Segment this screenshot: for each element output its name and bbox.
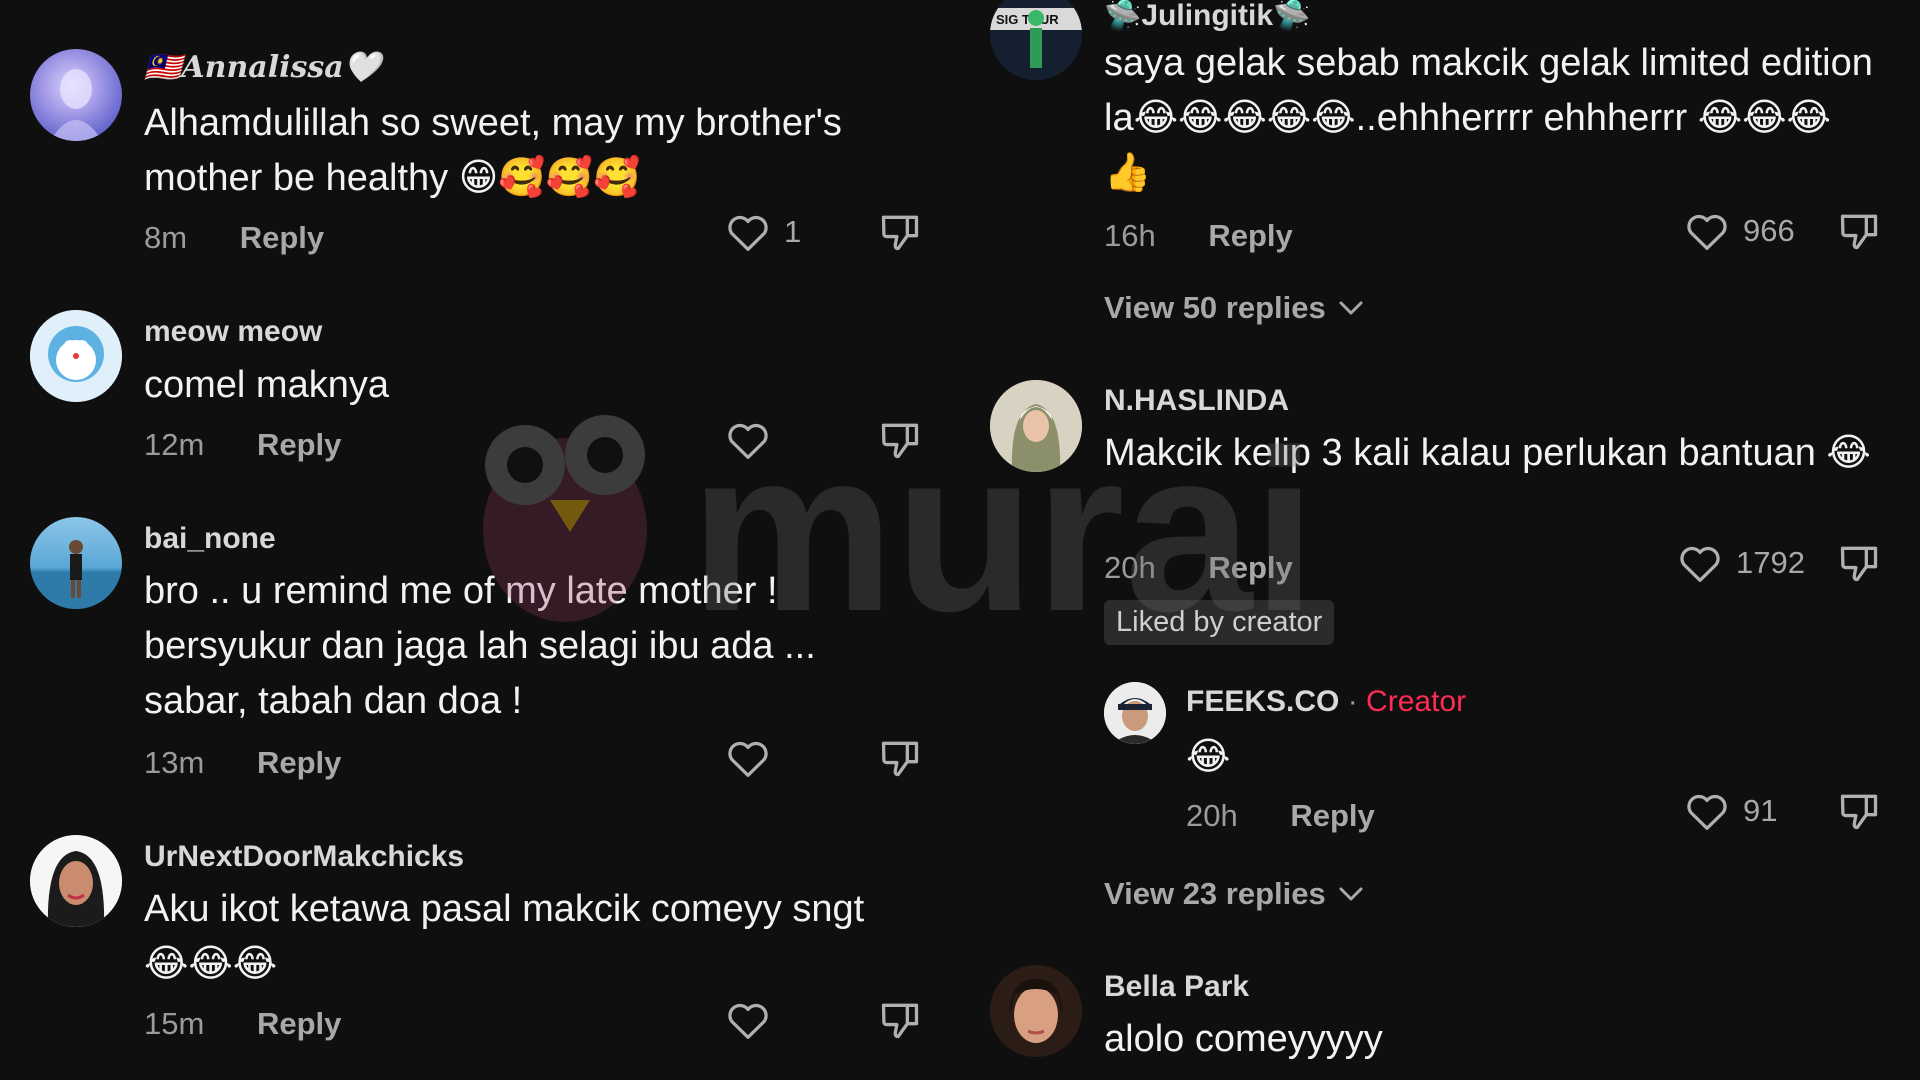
dislike-button[interactable] <box>878 418 922 467</box>
dislike-button[interactable] <box>1837 209 1881 258</box>
avatar-text: SIG TOUR <box>996 12 1059 27</box>
view-replies-button[interactable]: View 50 replies <box>1104 290 1364 326</box>
like-count: 966 <box>1743 213 1795 248</box>
avatar[interactable] <box>30 517 122 609</box>
like-button[interactable]: 1792 <box>1678 543 1805 583</box>
dislike-button[interactable] <box>878 736 922 785</box>
like-button[interactable]: 91 <box>1685 791 1777 831</box>
reply-button[interactable]: Reply <box>257 745 341 780</box>
heart-icon <box>1687 214 1727 250</box>
view-replies-label: View 23 replies <box>1104 876 1326 911</box>
comment-meta: 13m Reply <box>144 745 341 781</box>
avatar-image <box>990 380 1082 472</box>
avatar-image <box>30 540 122 609</box>
comment-username[interactable]: UrNextDoorMakchicks <box>144 840 464 874</box>
comments-screen: 🇲🇾𝑨𝒏𝒏𝒂𝒍𝒊𝒔𝒔𝒂🤍 Alhamdulillah so sweet, may… <box>0 0 1920 1080</box>
liked-by-creator-badge: Liked by creator <box>1104 600 1335 645</box>
avatar[interactable] <box>1104 682 1166 744</box>
reply-button[interactable]: Reply <box>1208 218 1292 253</box>
reply-username[interactable]: FEEKS.CO <box>1186 685 1339 718</box>
comment-text: alolo comeyyyyy <box>1104 1018 1383 1060</box>
avatar-image <box>30 835 122 927</box>
comment-text: bro .. u remind me of my late mother ! b… <box>144 570 816 722</box>
avatar[interactable] <box>990 965 1082 1057</box>
creator-separator: · <box>1347 685 1358 718</box>
comment-meta: 20h Reply <box>1186 798 1375 834</box>
avatar[interactable] <box>30 310 122 402</box>
comment-meta: 12m Reply <box>144 427 341 463</box>
avatar[interactable] <box>990 380 1082 472</box>
creator-badge: Creator <box>1366 685 1467 718</box>
heart-icon <box>728 1003 768 1039</box>
like-button[interactable] <box>726 420 784 460</box>
comment-username[interactable]: N.HASLINDA <box>1104 384 1289 418</box>
avatar-image: SIG TOUR <box>990 0 1082 80</box>
like-count: 1792 <box>1736 545 1805 580</box>
heart-icon <box>728 741 768 777</box>
like-button[interactable] <box>726 1000 784 1040</box>
heart-icon <box>728 423 768 459</box>
like-button[interactable]: 1 <box>726 212 801 252</box>
comment-column-left: 🇲🇾𝑨𝒏𝒏𝒂𝒍𝒊𝒔𝒔𝒂🤍 Alhamdulillah so sweet, may… <box>0 0 950 1080</box>
avatar[interactable] <box>30 49 122 141</box>
comment-text: comel maknya <box>144 364 389 406</box>
avatar[interactable] <box>30 835 122 927</box>
reply-button[interactable]: Reply <box>1290 798 1374 833</box>
thumbs-down-icon <box>1840 794 1878 830</box>
like-count: 1 <box>784 214 802 249</box>
comment-username[interactable]: Bella Park <box>1104 970 1249 1004</box>
like-button[interactable] <box>726 738 784 778</box>
comment-time: 13m <box>144 745 205 780</box>
comment-time: 16h <box>1104 218 1156 253</box>
comment-username[interactable]: bai_none <box>144 522 276 556</box>
chevron-down-icon <box>1339 887 1363 901</box>
dislike-button[interactable] <box>878 998 922 1047</box>
comment-column-right: SIG TOUR 🛸Julingitik🛸 saya gelak sebab m… <box>960 0 1920 1080</box>
thumbs-down-icon <box>881 1003 919 1039</box>
comment-username[interactable]: 🇲🇾𝑨𝒏𝒏𝒂𝒍𝒊𝒔𝒔𝒂🤍 <box>144 50 381 85</box>
comment-time: 8m <box>144 220 188 255</box>
comment-username[interactable]: meow meow <box>144 315 322 349</box>
comment-meta: 8m Reply <box>144 220 324 256</box>
dislike-button[interactable] <box>1837 789 1881 838</box>
comment-username[interactable]: 🛸Julingitik🛸 <box>1104 0 1310 33</box>
comment-text: Aku ikot ketawa pasal makcik comeyy sngt… <box>144 888 865 985</box>
like-count: 91 <box>1743 793 1778 828</box>
dislike-button[interactable] <box>878 210 922 259</box>
comment-username: FEEKS.CO · Creator <box>1186 685 1466 719</box>
heart-icon <box>728 215 768 251</box>
avatar[interactable]: SIG TOUR <box>990 0 1082 80</box>
comment-time: 15m <box>144 1006 205 1041</box>
comment-text: 😂 <box>1186 736 1231 778</box>
view-replies-label: View 50 replies <box>1104 290 1326 325</box>
comment-meta: 15m Reply <box>144 1006 341 1042</box>
comment-text: Alhamdulillah so sweet, may my brother's… <box>144 102 842 199</box>
reply-button[interactable]: Reply <box>240 220 324 255</box>
comment-time: 12m <box>144 427 205 462</box>
comment-meta: 16h Reply <box>1104 218 1293 254</box>
thumbs-down-icon <box>1840 546 1878 582</box>
heart-icon <box>1687 794 1727 830</box>
avatar-image <box>1104 682 1166 744</box>
dislike-button[interactable] <box>1837 541 1881 590</box>
comment-text: saya gelak sebab makcik gelak limited ed… <box>1104 42 1873 194</box>
like-button[interactable]: 966 <box>1685 211 1795 251</box>
comment-meta: 20h Reply <box>1104 550 1293 586</box>
comment-text: Makcik kelip 3 kali kalau perlukan bantu… <box>1104 432 1871 474</box>
reply-button[interactable]: Reply <box>257 1006 341 1041</box>
thumbs-down-icon <box>1840 214 1878 250</box>
avatar-image <box>990 965 1082 1057</box>
thumbs-down-icon <box>881 741 919 777</box>
comment-time: 20h <box>1104 550 1156 585</box>
chevron-down-icon <box>1339 301 1363 315</box>
reply-button[interactable]: Reply <box>257 427 341 462</box>
thumbs-down-icon <box>881 423 919 459</box>
avatar-image <box>50 69 102 141</box>
view-replies-button[interactable]: View 23 replies <box>1104 876 1364 912</box>
comment-time: 20h <box>1186 798 1238 833</box>
heart-icon <box>1680 546 1720 582</box>
thumbs-down-icon <box>881 215 919 251</box>
avatar-image <box>30 310 122 402</box>
reply-button[interactable]: Reply <box>1208 550 1292 585</box>
